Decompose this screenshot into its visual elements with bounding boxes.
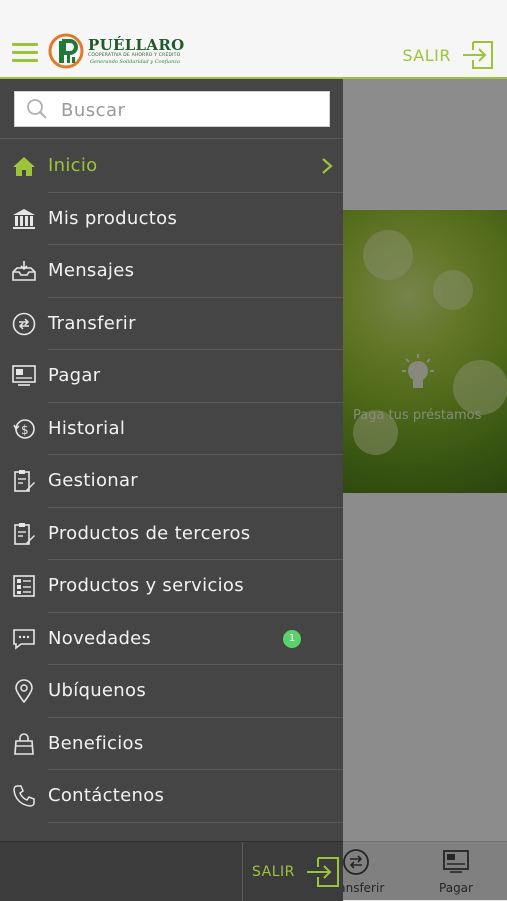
logout-label: SALIR — [402, 45, 451, 65]
logo-tagline: Generando Solidaridad y Confianza — [90, 59, 180, 65]
menu-item-label: Beneficios — [48, 732, 144, 754]
divider — [0, 138, 343, 139]
app-header: PUÉLLARO COOPERATIVA DE AHORRO Y CRÉDITO… — [0, 0, 507, 79]
inbox-icon — [11, 259, 37, 283]
home-icon — [11, 154, 37, 178]
menu-item-label: Historial — [48, 417, 126, 439]
menu-item-productos-de-terceros[interactable]: Productos de terceros — [0, 508, 343, 560]
menu-item-label: Mis productos — [48, 207, 178, 229]
menu-item-label: Productos de terceros — [48, 522, 251, 544]
clipboard-edit-icon — [11, 469, 37, 493]
location-pin-icon — [11, 679, 37, 703]
menu-item-inicio[interactable]: Inicio — [0, 140, 343, 193]
menu-item-label: Pagar — [48, 365, 101, 386]
logout-button[interactable]: SALIR — [402, 40, 495, 70]
list-icon — [11, 574, 37, 598]
menu-item-ubiquenos[interactable]: Ubíquenos — [0, 665, 343, 718]
transfer-icon — [11, 312, 37, 336]
logo-title: PUÉLLARO — [88, 36, 185, 54]
menu-item-mis-productos[interactable]: Mis productos — [0, 193, 343, 245]
bag-icon — [11, 732, 37, 756]
chevron-right-icon — [322, 158, 333, 174]
divider — [242, 842, 243, 901]
history-icon: $ — [11, 417, 37, 441]
hamburger-menu-icon[interactable] — [12, 43, 38, 63]
cooperative-logo: PUÉLLARO COOPERATIVA DE AHORRO Y CRÉDITO… — [48, 32, 184, 72]
notification-badge: 1 — [283, 629, 301, 648]
menu-item-contactenos[interactable]: Contáctenos — [0, 770, 343, 823]
menu-item-beneficios[interactable]: Beneficios — [0, 718, 343, 770]
clipboard-edit-icon — [11, 522, 37, 546]
logo-subtitle: COOPERATIVA DE AHORRO Y CRÉDITO — [88, 53, 181, 58]
phone-icon — [11, 784, 37, 808]
menu-item-transferir[interactable]: Transferir — [0, 298, 343, 350]
menu-item-label: Novedades — [48, 627, 152, 649]
menu-item-productos-y-servicios[interactable]: Productos y servicios — [0, 560, 343, 613]
menu-item-label: Productos y servicios — [48, 575, 244, 596]
logout-icon — [306, 857, 339, 887]
chat-icon — [11, 627, 37, 651]
search-input[interactable] — [59, 92, 325, 128]
menu-item-gestionar[interactable]: Gestionar — [0, 455, 343, 508]
menu-item-label: Gestionar — [48, 470, 139, 491]
logout-label: SALIR — [252, 864, 295, 880]
menu-item-label: Transferir — [48, 312, 136, 334]
menu-item-label: Mensajes — [48, 260, 135, 281]
menu-item-novedades[interactable]: Novedades 1 — [0, 613, 343, 665]
logout-icon — [463, 41, 493, 69]
menu-item-historial[interactable]: $ Historial — [0, 403, 343, 455]
drawer-logout-button[interactable]: SALIR — [252, 856, 341, 888]
search-box[interactable] — [14, 91, 330, 128]
drawer-footer: SALIR — [0, 841, 343, 901]
menu-item-pagar[interactable]: Pagar — [0, 350, 343, 403]
search-icon — [27, 99, 47, 119]
navigation-drawer: Inicio Mis productos Mensajes Transferir — [0, 79, 343, 901]
menu-item-mensajes[interactable]: Mensajes — [0, 245, 343, 298]
svg-text:$: $ — [21, 423, 29, 437]
bank-icon — [11, 207, 37, 231]
menu-item-label: Contáctenos — [48, 785, 165, 806]
pay-icon — [11, 364, 37, 388]
drawer-menu: Inicio Mis productos Mensajes Transferir — [0, 140, 343, 823]
menu-item-label: Inicio — [48, 155, 98, 176]
divider — [48, 821, 343, 823]
menu-item-label: Ubíquenos — [48, 680, 147, 701]
